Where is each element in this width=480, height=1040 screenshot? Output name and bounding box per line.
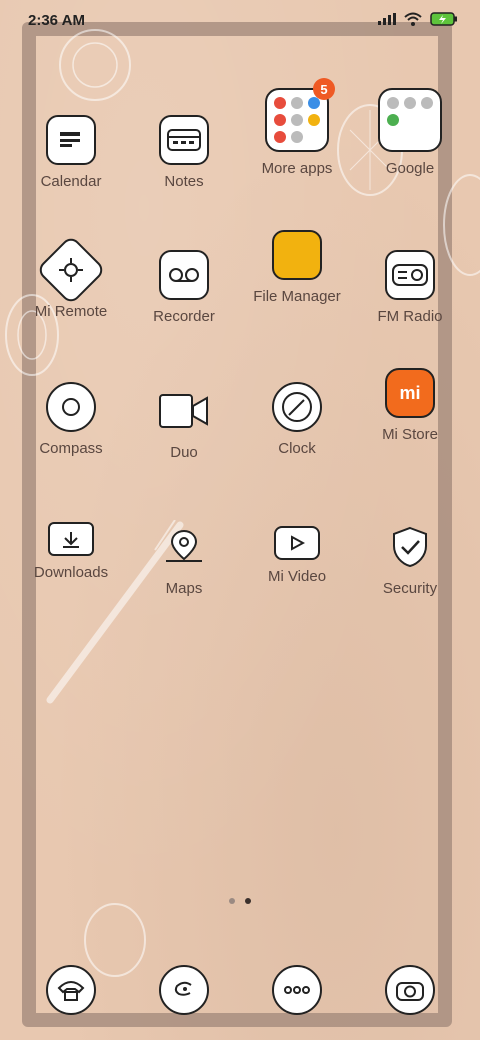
app-clock[interactable]: Clock bbox=[242, 382, 352, 457]
dock-phone[interactable] bbox=[16, 965, 126, 1015]
status-bar: 2:36 AM bbox=[0, 0, 480, 42]
download-icon bbox=[48, 522, 94, 556]
play-icon bbox=[274, 526, 320, 560]
app-label: FM Radio bbox=[377, 308, 443, 325]
page-dot[interactable] bbox=[229, 898, 235, 904]
mi-logo-text: mi bbox=[399, 382, 421, 403]
map-pin-icon bbox=[159, 522, 209, 572]
app-label: Mi Video bbox=[267, 568, 327, 585]
camera-icon bbox=[385, 965, 435, 1015]
app-duo[interactable]: Duo bbox=[129, 386, 239, 461]
app-label: Notes bbox=[164, 173, 204, 190]
app-mi-store[interactable]: mi Mi Store bbox=[355, 368, 465, 443]
notes-icon bbox=[159, 115, 209, 165]
app-label: File Manager bbox=[253, 288, 341, 305]
app-compass[interactable]: Compass bbox=[16, 382, 126, 457]
app-downloads[interactable]: Downloads bbox=[16, 522, 126, 581]
signal-icon bbox=[378, 13, 396, 25]
app-recorder[interactable]: Recorder bbox=[129, 250, 239, 325]
notification-badge: 5 bbox=[313, 78, 335, 100]
dock-messages[interactable] bbox=[242, 965, 352, 1015]
compass-icon bbox=[46, 382, 96, 432]
app-mi-remote[interactable]: Mi Remote bbox=[16, 234, 126, 320]
app-notes[interactable]: Notes bbox=[129, 115, 239, 190]
messages-icon bbox=[272, 965, 322, 1015]
remote-icon bbox=[35, 234, 107, 306]
app-file-manager[interactable]: File Manager bbox=[242, 230, 352, 305]
wifi-icon bbox=[404, 12, 422, 26]
app-label: Downloads bbox=[33, 564, 109, 581]
status-time: 2:36 AM bbox=[28, 12, 85, 29]
app-mi-video[interactable]: Mi Video bbox=[242, 526, 352, 585]
app-label: Compass bbox=[39, 440, 103, 457]
radio-icon bbox=[385, 250, 435, 300]
app-label: Duo bbox=[170, 444, 198, 461]
app-label: Maps bbox=[165, 580, 203, 597]
app-security[interactable]: Security bbox=[355, 522, 465, 597]
video-call-icon bbox=[159, 386, 209, 436]
app-maps[interactable]: Maps bbox=[129, 522, 239, 597]
calendar-icon bbox=[46, 115, 96, 165]
app-folder-google[interactable]: Google bbox=[355, 88, 465, 177]
app-label: Security bbox=[382, 580, 438, 597]
dock-contacts[interactable] bbox=[129, 965, 239, 1015]
mi-logo-icon: mi bbox=[385, 368, 435, 418]
folder-icon bbox=[272, 230, 322, 280]
app-label: Clock bbox=[278, 440, 316, 457]
app-label: Mi Store bbox=[382, 426, 438, 443]
app-label: Recorder bbox=[153, 308, 215, 325]
contacts-icon bbox=[159, 965, 209, 1015]
battery-icon bbox=[430, 12, 457, 26]
recorder-icon bbox=[159, 250, 209, 300]
app-folder-more-apps[interactable]: 5 More apps bbox=[242, 78, 352, 177]
folder-icon: 5 bbox=[265, 78, 335, 152]
folder-icon bbox=[378, 88, 442, 152]
app-label: Google bbox=[385, 160, 435, 177]
app-calendar[interactable]: Calendar bbox=[16, 115, 126, 190]
page-dot-active[interactable] bbox=[245, 898, 251, 904]
clock-icon bbox=[272, 382, 322, 432]
app-label: More apps bbox=[261, 160, 333, 177]
phone-icon bbox=[46, 965, 96, 1015]
shield-icon bbox=[385, 522, 435, 572]
app-fm-radio[interactable]: FM Radio bbox=[355, 250, 465, 325]
app-label: Calendar bbox=[40, 173, 102, 190]
page-indicator[interactable] bbox=[0, 898, 480, 904]
app-label: Mi Remote bbox=[34, 303, 108, 320]
dock-camera[interactable] bbox=[355, 965, 465, 1015]
